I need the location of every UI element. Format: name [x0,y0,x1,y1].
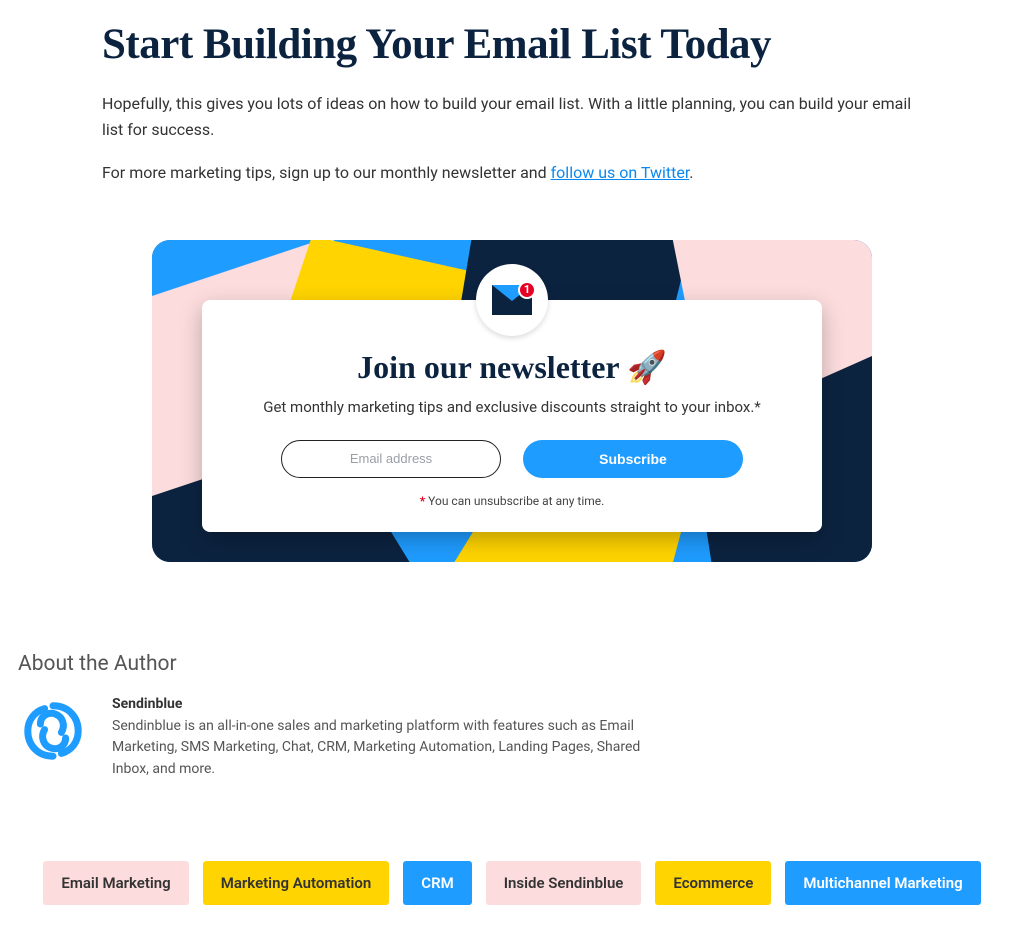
sendinblue-logo-icon [18,696,88,766]
page-title: Start Building Your Email List Today [102,20,922,69]
tag-email-marketing[interactable]: Email Marketing [43,861,188,905]
para2-pre: For more marketing tips, sign up to our … [102,163,551,182]
intro-paragraph-1: Hopefully, this gives you lots of ideas … [102,91,922,142]
twitter-link[interactable]: follow us on Twitter [551,163,690,182]
notification-badge: 1 [518,281,536,299]
author-heading: About the Author [18,652,1006,676]
author-name: Sendinblue [112,696,652,712]
author-bio: Sendinblue is an all-in-one sales and ma… [112,716,652,781]
envelope-icon: 1 [492,285,532,315]
para2-post: . [689,163,693,182]
subscribe-button[interactable]: Subscribe [523,440,743,478]
tag-row: Email Marketing Marketing Automation CRM In… [18,861,1006,905]
tag-multichannel-marketing[interactable]: Multichannel Marketing [785,861,980,905]
newsletter-hero: 1 Join our newsletter 🚀 Get monthly mark… [152,240,872,562]
tag-inside-sendinblue[interactable]: Inside Sendinblue [486,861,642,905]
newsletter-subtitle: Get monthly marketing tips and exclusive… [232,398,792,416]
tag-ecommerce[interactable]: Ecommerce [655,861,771,905]
newsletter-title: Join our newsletter 🚀 [232,348,792,386]
intro-paragraph-2: For more marketing tips, sign up to our … [102,160,922,186]
author-section: About the Author Sendinblue Sendinblue i… [18,652,1006,781]
tag-marketing-automation[interactable]: Marketing Automation [203,861,390,905]
tag-crm[interactable]: CRM [403,861,471,905]
mail-badge: 1 [476,264,548,336]
fineprint-text: You can unsubscribe at any time. [425,494,604,508]
newsletter-form: Subscribe [232,440,792,478]
newsletter-card: 1 Join our newsletter 🚀 Get monthly mark… [202,300,822,532]
email-field[interactable] [281,440,501,478]
newsletter-fineprint: * You can unsubscribe at any time. [232,494,792,508]
